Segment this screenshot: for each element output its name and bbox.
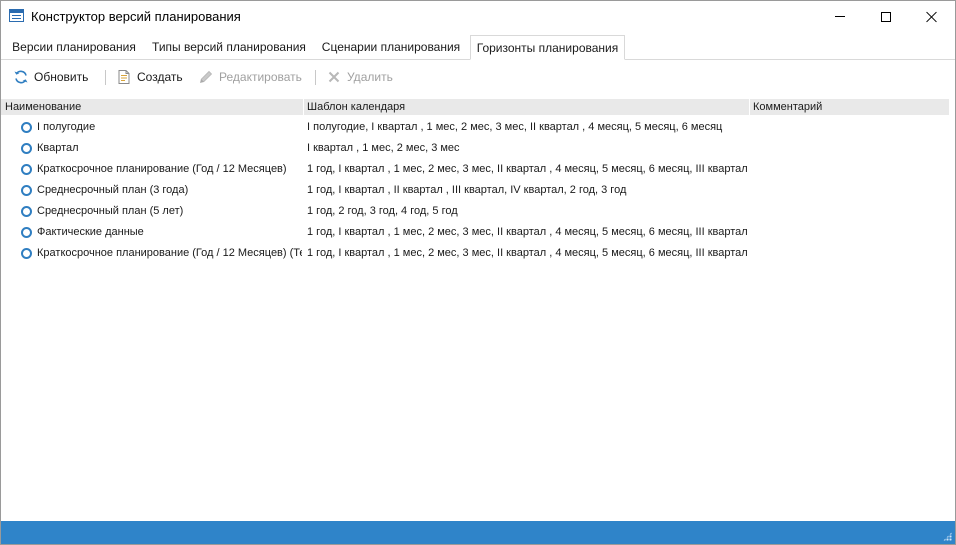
resize-grip-icon[interactable]: [943, 532, 952, 541]
tab-planning-horizons[interactable]: Горизонты планирования: [470, 35, 625, 60]
create-button[interactable]: Создать: [116, 65, 183, 89]
row-name: Квартал: [37, 142, 79, 154]
maximize-button[interactable]: [863, 1, 909, 32]
column-header-template[interactable]: Шаблон календаря: [303, 99, 749, 115]
delete-label: Удалить: [347, 70, 393, 84]
row-template: 1 год, 2 год, 3 год, 4 год, 5 год: [307, 205, 458, 217]
refresh-icon: [14, 70, 28, 84]
window-title: Конструктор версий планирования: [31, 9, 241, 24]
row-template: I полугодие, I квартал , 1 мес, 2 мес, 3…: [307, 121, 723, 133]
refresh-button[interactable]: Обновить: [13, 65, 88, 89]
tab-version-types[interactable]: Типы версий планирования: [147, 35, 311, 59]
minimize-icon: [835, 16, 845, 17]
radio-circle-icon: [21, 122, 32, 133]
radio-circle-icon: [21, 143, 32, 154]
main-window: Конструктор версий планирования Версии п…: [0, 0, 956, 545]
tab-planning-versions[interactable]: Версии планирования: [7, 35, 141, 59]
app-window-icon: [9, 9, 24, 22]
column-header-name[interactable]: Наименование: [1, 99, 303, 115]
minimize-button[interactable]: [817, 1, 863, 32]
row-name: I полугодие: [37, 121, 96, 133]
radio-circle-icon: [21, 206, 32, 217]
close-icon: [926, 11, 938, 23]
row-name: Краткосрочное планирование (Год / 12 Мес…: [37, 163, 287, 175]
edit-button[interactable]: Редактировать: [198, 65, 302, 89]
row-name: Фактические данные: [37, 226, 144, 238]
close-button[interactable]: [909, 1, 955, 32]
table-row[interactable]: Среднесрочный план (3 года) 1 год, I ква…: [1, 180, 949, 201]
x-icon: [328, 71, 340, 83]
table-row[interactable]: I полугодие I полугодие, I квартал , 1 м…: [1, 117, 949, 138]
tab-planning-scenarios[interactable]: Сценарии планирования: [317, 35, 465, 59]
radio-circle-icon: [21, 185, 32, 196]
new-document-icon: [118, 70, 130, 84]
delete-button[interactable]: Удалить: [326, 65, 393, 89]
maximize-icon: [881, 11, 891, 22]
row-comment: [753, 117, 949, 138]
table-row[interactable]: Фактические данные 1 год, I квартал , 1 …: [1, 222, 949, 243]
row-comment: [753, 201, 949, 222]
radio-circle-icon: [21, 248, 32, 259]
title-bar[interactable]: Конструктор версий планирования: [1, 1, 955, 32]
table-row[interactable]: Среднесрочный план (5 лет) 1 год, 2 год,…: [1, 201, 949, 222]
pencil-icon: [199, 70, 213, 84]
row-template: 1 год, I квартал , 1 мес, 2 мес, 3 мес, …: [307, 226, 748, 238]
tab-bar: Версии планирования Типы версий планиров…: [1, 35, 955, 60]
row-comment: [753, 180, 949, 201]
row-name: Среднесрочный план (3 года): [37, 184, 189, 196]
table-row[interactable]: Краткосрочное планирование (Год / 12 Мес…: [1, 159, 949, 180]
row-comment: [753, 243, 949, 264]
row-template: 1 год, I квартал , II квартал , III квар…: [307, 184, 627, 196]
grid-header: Наименование Шаблон календаря Комментари…: [1, 99, 949, 115]
status-bar: [1, 521, 955, 544]
toolbar-separator: [315, 70, 316, 85]
toolbar-separator: [105, 70, 106, 85]
table-row[interactable]: Краткосрочное планирование (Год / 12 Мес…: [1, 243, 949, 264]
table-row[interactable]: Квартал I квартал , 1 мес, 2 мес, 3 мес: [1, 138, 949, 159]
row-template: 1 год, I квартал , 1 мес, 2 мес, 3 мес, …: [307, 247, 748, 259]
row-name: Краткосрочное планирование (Год / 12 Мес…: [37, 247, 302, 259]
row-comment: [753, 222, 949, 243]
create-label: Создать: [137, 70, 183, 84]
row-template: I квартал , 1 мес, 2 мес, 3 мес: [307, 142, 460, 154]
row-template: 1 год, I квартал , 1 мес, 2 мес, 3 мес, …: [307, 163, 748, 175]
column-header-comment[interactable]: Комментарий: [749, 99, 949, 115]
row-comment: [753, 159, 949, 180]
refresh-label: Обновить: [34, 70, 89, 84]
edit-label: Редактировать: [219, 70, 302, 84]
row-comment: [753, 138, 949, 159]
radio-circle-icon: [21, 164, 32, 175]
toolbar: Обновить Создать Редактировать Удалить: [1, 65, 955, 89]
row-name: Среднесрочный план (5 лет): [37, 205, 184, 217]
radio-circle-icon: [21, 227, 32, 238]
